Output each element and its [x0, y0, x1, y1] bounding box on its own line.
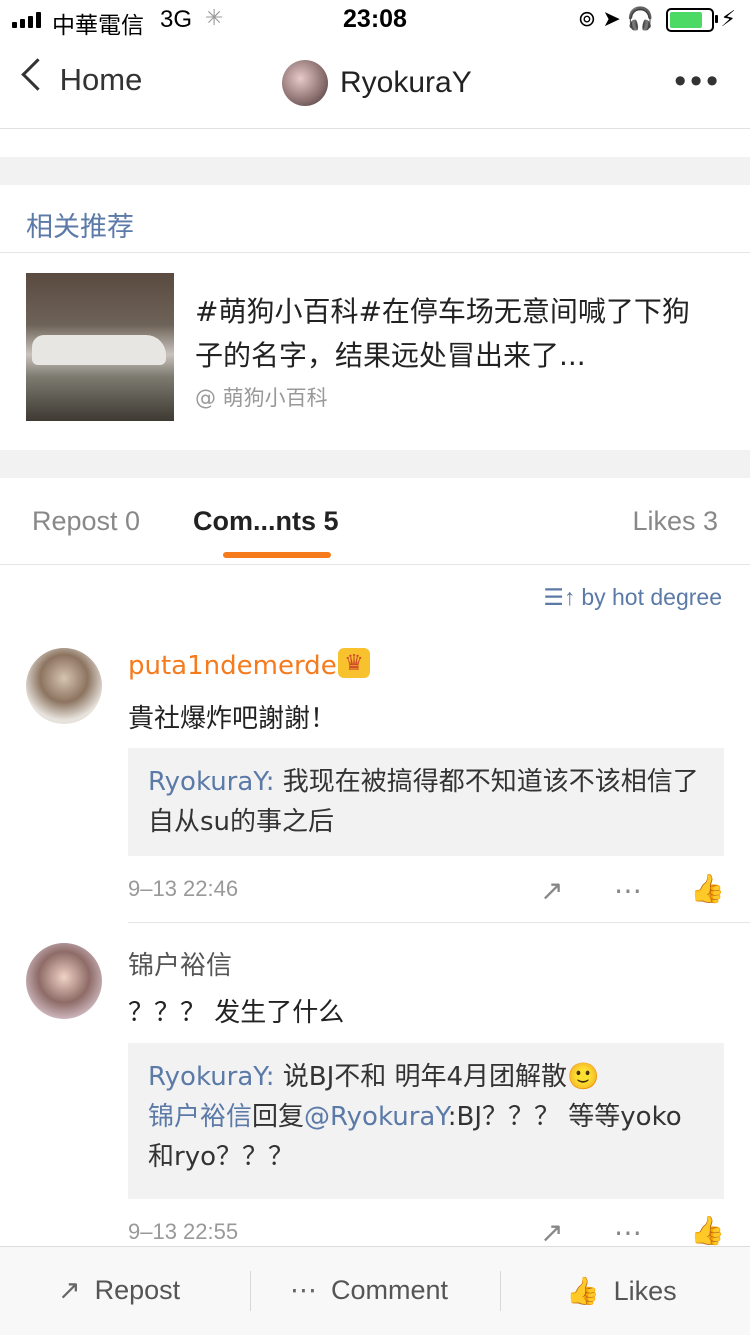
like-button[interactable]: 👍 Likes — [566, 1275, 677, 1307]
comment-icon: ⋯ — [290, 1275, 317, 1305]
back-label: Home — [59, 62, 143, 97]
sort-button[interactable]: ☰↑ by hot degree — [543, 584, 722, 611]
comment-icon[interactable]: ⋯ — [614, 874, 642, 907]
reply-line: 锦户裕信回复@RyokuraY:BJ？？？ 等等yoko和ryo？？？ — [148, 1097, 704, 1177]
bottom-toolbar: ↗ Repost ⋯ Comment 👍 Likes — [0, 1246, 750, 1335]
related-thumbnail[interactable] — [26, 273, 174, 421]
avatar[interactable] — [26, 648, 102, 724]
divider — [250, 1271, 251, 1311]
reply-text: 说BJ不和 明年4月团解散🙂 — [274, 1062, 600, 1092]
vip-crown-icon: ♛ — [338, 648, 370, 678]
sort-icon: ☰↑ — [543, 584, 576, 610]
comment-icon[interactable]: ⋯ — [614, 1216, 642, 1249]
reply-username[interactable]: 锦户裕信 — [148, 1102, 252, 1132]
repost-label: Repost — [94, 1275, 181, 1305]
repost-button[interactable]: ↗ Repost — [58, 1275, 180, 1306]
comment-text: 貴社爆炸吧謝謝！ — [128, 704, 337, 734]
share-icon[interactable]: ↗ — [540, 1216, 563, 1249]
like-icon[interactable]: 👍 — [690, 872, 725, 905]
divider — [128, 922, 750, 923]
repost-icon: ↗ — [58, 1275, 81, 1305]
avatar[interactable] — [26, 943, 102, 1019]
active-tab-indicator — [223, 552, 331, 558]
chevron-left-icon — [21, 58, 54, 91]
comment-username[interactable]: puta1ndemerde — [128, 651, 337, 681]
tab-likes[interactable]: Likes 3 — [632, 506, 718, 537]
reply-block[interactable]: RyokuraY: 说BJ不和 明年4月团解散🙂 锦户裕信回复@RyokuraY… — [128, 1043, 724, 1199]
reply-block[interactable]: RyokuraY: 我现在被搞得都不知道该不该相信了 自从su的事之后 — [128, 748, 724, 856]
lock-rotation-icon: ⊚ — [577, 6, 597, 31]
page-title: RyokuraY — [340, 66, 472, 99]
reply-line: RyokuraY: 说BJ不和 明年4月团解散🙂 — [148, 1057, 704, 1097]
related-heading: 相关推荐 — [26, 212, 134, 243]
sort-label: by hot degree — [581, 584, 722, 610]
related-title[interactable]: #萌狗小百科#在停车场无意间喊了下狗子的名字，结果远处冒出来了... — [195, 290, 715, 378]
headphones-icon: 🎧 — [626, 6, 655, 31]
comment-timestamp: 9–13 22:46 — [128, 876, 239, 901]
comment-button[interactable]: ⋯ Comment — [290, 1275, 448, 1306]
tab-bar: Repost 0 Com...nts 5 Likes 3 — [0, 478, 750, 565]
related-source: @ 萌狗小百科 — [195, 386, 328, 410]
divider — [500, 1271, 501, 1311]
like-icon: 👍 — [566, 1276, 600, 1306]
reply-username[interactable]: RyokuraY: — [148, 1062, 274, 1092]
location-icon: ➤ — [602, 6, 621, 31]
tab-repost[interactable]: Repost 0 — [32, 506, 140, 537]
like-icon[interactable]: 👍 — [690, 1214, 725, 1247]
status-bar: 中華電信 3G ✳ 23:08 ⊚ ➤ 🎧 ⚡ — [0, 0, 750, 40]
comment-text: ？？？ 发生了什么 — [128, 998, 345, 1028]
like-label: Likes — [613, 1276, 677, 1306]
more-options-icon[interactable]: ••• — [674, 62, 722, 101]
section-gap — [0, 450, 750, 478]
reply-mention[interactable]: @RyokuraY — [304, 1102, 448, 1132]
share-icon[interactable]: ↗ — [540, 874, 563, 907]
reply-verb: 回复 — [252, 1102, 305, 1132]
comment-username[interactable]: 锦户裕信 — [128, 945, 232, 982]
divider — [0, 252, 750, 253]
comment-timestamp: 9–13 22:55 — [128, 1219, 239, 1244]
tab-comments[interactable]: Com...nts 5 — [193, 506, 339, 537]
back-button[interactable]: Home — [20, 58, 143, 98]
battery-icon — [666, 8, 719, 33]
comment-label: Comment — [331, 1275, 449, 1305]
nav-bar: Home RyokuraY ••• — [0, 40, 750, 129]
avatar[interactable] — [282, 60, 328, 106]
section-gap — [0, 157, 750, 185]
charging-icon: ⚡ — [720, 6, 736, 31]
reply-username[interactable]: RyokuraY: — [148, 767, 274, 797]
status-icons: ⊚ ➤ 🎧 ⚡ — [577, 6, 736, 33]
